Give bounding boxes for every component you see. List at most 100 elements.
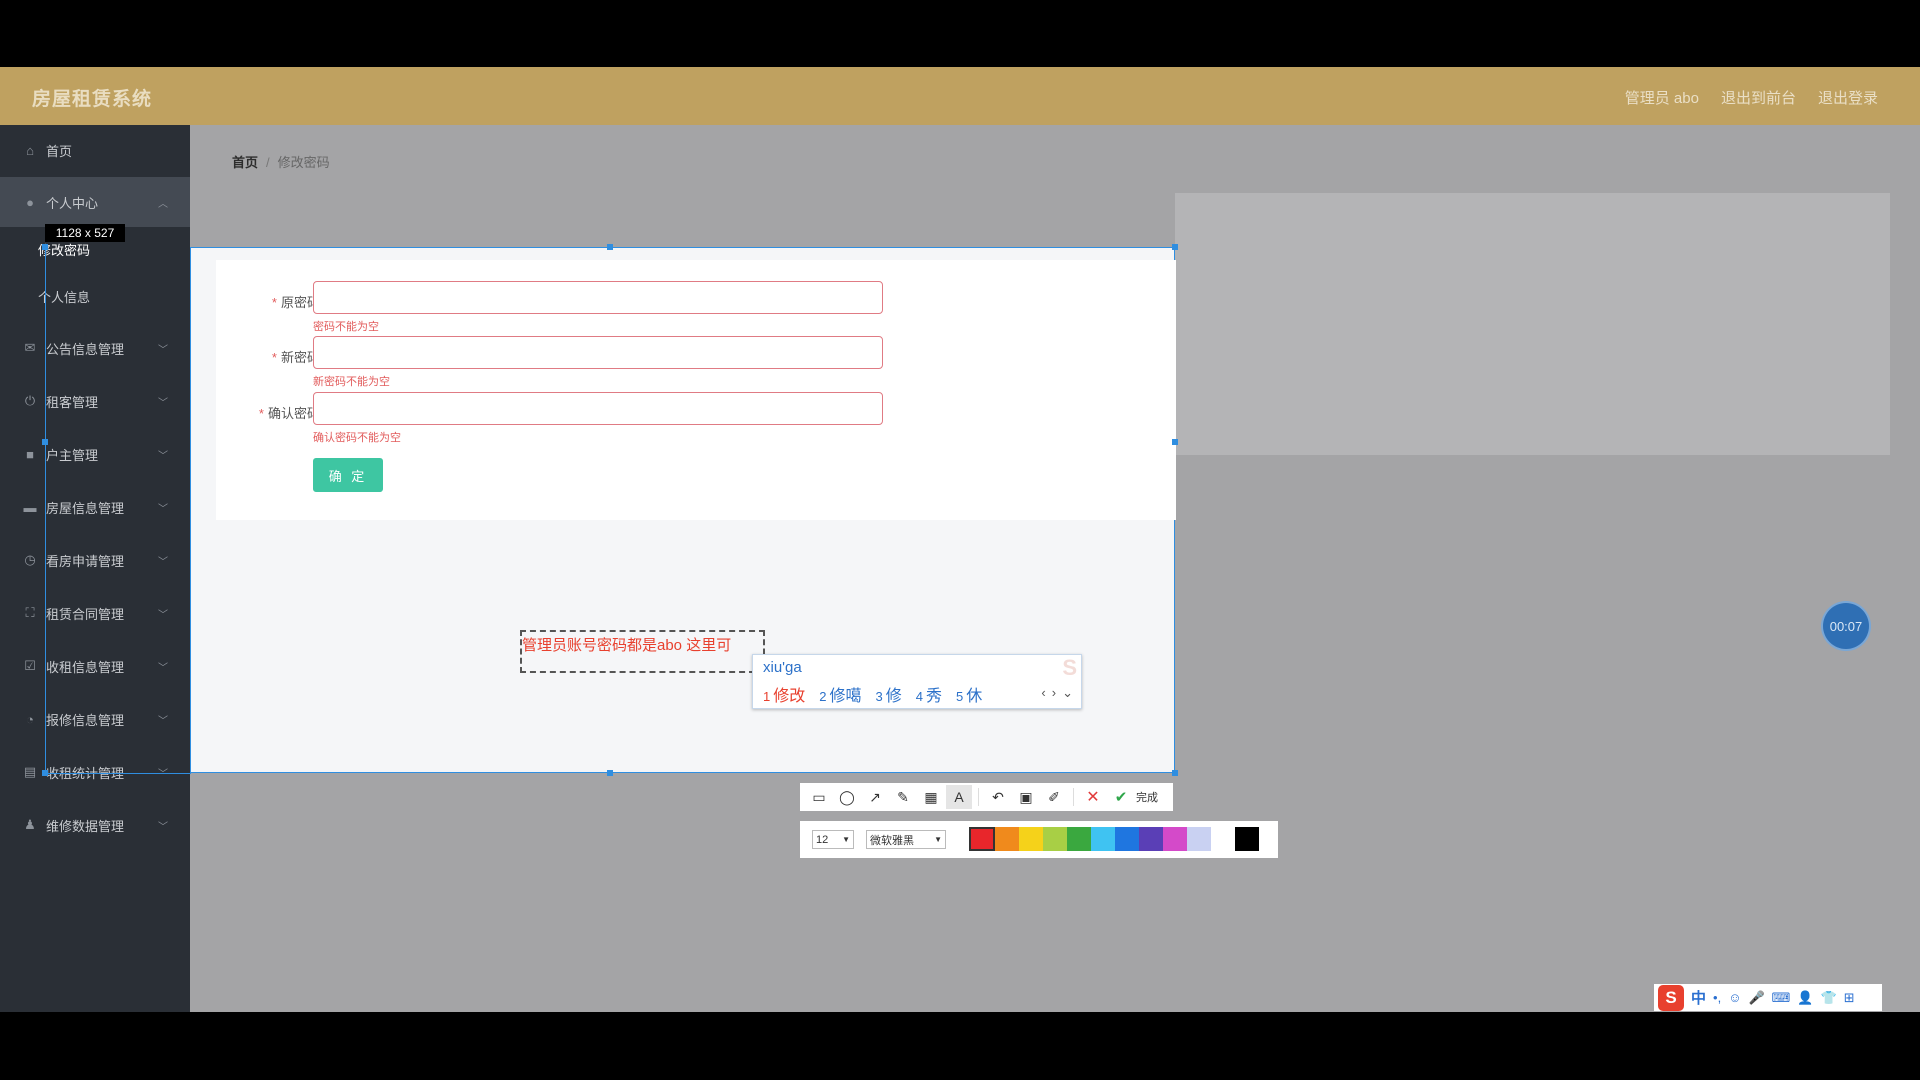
chevron-up-icon: ︿ [158, 198, 168, 210]
resize-handle-right[interactable] [1172, 439, 1178, 445]
sogou-logo-icon[interactable]: S [1658, 984, 1684, 1011]
color-palette [969, 827, 1259, 851]
color-swatch[interactable] [1187, 827, 1211, 851]
resize-handle-bottom[interactable] [607, 770, 613, 776]
sidebar-item-notice[interactable]: ✉ 公告信息管理 ﹀ [0, 323, 190, 373]
ime-next-icon[interactable]: › [1052, 685, 1056, 701]
expand-icon: ⛶ [25, 605, 35, 620]
cancel-icon[interactable]: ✕ [1080, 785, 1106, 809]
color-swatch[interactable] [1139, 827, 1163, 851]
color-swatch[interactable] [969, 827, 995, 851]
skin-icon[interactable]: 👕 [1821, 990, 1837, 1006]
ime-candidate[interactable]: 4秀 [916, 682, 942, 706]
edit-icon[interactable]: ✐ [1041, 785, 1067, 809]
chevron-down-icon: ﹀ [158, 821, 168, 833]
arrow-icon[interactable]: ↗ [862, 785, 888, 809]
undo-icon[interactable]: ↶ [985, 785, 1011, 809]
confirm-password-error: 确认密码不能为空 [313, 432, 401, 444]
color-swatch[interactable] [995, 827, 1019, 851]
chinese-mode-icon[interactable]: 中 [1691, 987, 1706, 1008]
old-password-input[interactable] [313, 281, 883, 314]
resize-handle-bottom-left[interactable] [42, 770, 48, 776]
text-icon[interactable]: A [946, 785, 972, 809]
sidebar-item-tenant[interactable]: ⏻ 租客管理 ﹀ [0, 376, 190, 426]
save-icon[interactable]: ▣ [1013, 785, 1039, 809]
ime-prev-icon[interactable]: ‹ [1041, 685, 1045, 701]
sidebar-item-repair[interactable]: ◔ 报修信息管理 ﹀ [0, 694, 190, 744]
breadcrumb-separator: / [266, 155, 270, 170]
chevron-down-icon: ﹀ [158, 609, 168, 621]
sidebar-item-label: 首页 [46, 143, 73, 159]
color-swatch[interactable] [1019, 827, 1043, 851]
sidebar-item-rent[interactable]: ☑ 收租信息管理 ﹀ [0, 641, 190, 691]
mosaic-icon[interactable]: ▦ [918, 785, 944, 809]
done-label[interactable]: 完成 [1136, 789, 1158, 805]
ime-candidate[interactable]: 1 修改 [763, 682, 805, 706]
resize-handle-bottom-right[interactable] [1172, 770, 1178, 776]
header-links: 管理员 abo 退出到前台 退出登录 [1625, 87, 1878, 108]
sidebar-item-rent-stats[interactable]: ▤ 收租统计管理 ﹀ [0, 747, 190, 797]
confirm-icon[interactable]: ✔ [1108, 785, 1134, 809]
resize-handle-left[interactable] [42, 439, 48, 445]
breadcrumb-home[interactable]: 首页 [232, 155, 258, 170]
confirm-button[interactable]: 确 定 [313, 458, 383, 492]
sidebar-item-home[interactable]: ⌂ 首页 [0, 125, 190, 175]
color-swatch[interactable] [1067, 827, 1091, 851]
color-swatch[interactable] [1043, 827, 1067, 851]
toolbar-divider [1073, 788, 1074, 806]
person-icon: ♟ [24, 817, 36, 832]
sidebar-item-house[interactable]: ▬ 房屋信息管理 ﹀ [0, 482, 190, 532]
text-annotation[interactable]: 管理员账号密码都是abo 这里可 [522, 634, 731, 655]
emoji-icon[interactable]: ☺ [1728, 990, 1741, 1005]
field-label: * 确认密码 [259, 403, 320, 422]
account-icon[interactable]: 👤 [1797, 990, 1813, 1006]
breadcrumb-current: 修改密码 [277, 155, 330, 170]
sidebar-item-owner[interactable]: ■ 户主管理 ﹀ [0, 429, 190, 479]
admin-user-link[interactable]: 管理员 abo [1625, 87, 1699, 108]
microphone-icon[interactable]: 🎤 [1748, 990, 1764, 1006]
color-swatch[interactable] [1115, 827, 1139, 851]
sidebar-item-personal-center[interactable]: ● 个人中心 ︿ [0, 177, 190, 227]
font-size-select[interactable]: 12 ▼ [812, 830, 854, 849]
recording-timer[interactable]: 00:07 [1823, 603, 1869, 649]
sidebar-item-label: 租客管理 [46, 394, 99, 410]
ime-expand-icon[interactable]: ⌄ [1062, 685, 1073, 701]
logout-link[interactable]: 退出登录 [1818, 87, 1878, 108]
font-family-select[interactable]: 微软雅黑 ▼ [866, 830, 946, 849]
resize-handle-top[interactable] [607, 244, 613, 250]
ime-candidate[interactable]: 3修 [876, 682, 902, 706]
breadcrumb: 首页 / 修改密码 [232, 152, 330, 171]
ime-pinyin: xiu'ga [763, 659, 802, 676]
required-mark: * [271, 350, 277, 365]
app-title: 房屋租赁系统 [32, 89, 153, 110]
punctuation-icon[interactable]: •, [1713, 990, 1721, 1005]
dimmed-card-area [1175, 193, 1890, 455]
exit-to-front-link[interactable]: 退出到前台 [1721, 87, 1796, 108]
mail-icon: ✉ [24, 340, 36, 355]
sidebar-subitem-personal-info[interactable]: 个人信息 [0, 274, 190, 318]
sidebar-item-contract[interactable]: ⛶ 租赁合同管理 ﹀ [0, 588, 190, 638]
ime-status-bar: S 中 •, ☺ 🎤 ⌨ 👤 👕 ⊞ [1654, 984, 1882, 1011]
resize-handle-top-left[interactable] [42, 244, 48, 250]
resize-handle-top-right[interactable] [1172, 244, 1178, 250]
candidate-number: 1 [763, 689, 771, 704]
ellipse-icon[interactable]: ◯ [834, 785, 860, 809]
new-password-input[interactable] [313, 336, 883, 369]
ime-candidate[interactable]: 5休 [956, 682, 982, 706]
toolbox-icon[interactable]: ⊞ [1844, 990, 1855, 1006]
capture-toolbar: ▭ ◯ ↗ ✎ ▦ A ↶ ▣ ✐ ✕ ✔ 完成 [800, 783, 1173, 811]
required-mark: * [271, 295, 277, 310]
sidebar-item-viewing[interactable]: ◷ 看房申请管理 ﹀ [0, 535, 190, 585]
keyboard-icon[interactable]: ⌨ [1772, 990, 1791, 1006]
confirm-password-input[interactable] [313, 392, 883, 425]
sidebar-item-repair-data[interactable]: ♟ 维修数据管理 ﹀ [0, 800, 190, 850]
rectangle-icon[interactable]: ▭ [806, 785, 832, 809]
ime-candidate[interactable]: 2 修噶 [819, 682, 861, 706]
bottom-letterbox [0, 1012, 1920, 1080]
sidebar-item-label: 租赁合同管理 [46, 606, 125, 622]
color-swatch[interactable] [1091, 827, 1115, 851]
color-swatch[interactable] [1235, 827, 1259, 851]
color-swatch[interactable] [1211, 827, 1235, 851]
pen-icon[interactable]: ✎ [890, 785, 916, 809]
color-swatch[interactable] [1163, 827, 1187, 851]
